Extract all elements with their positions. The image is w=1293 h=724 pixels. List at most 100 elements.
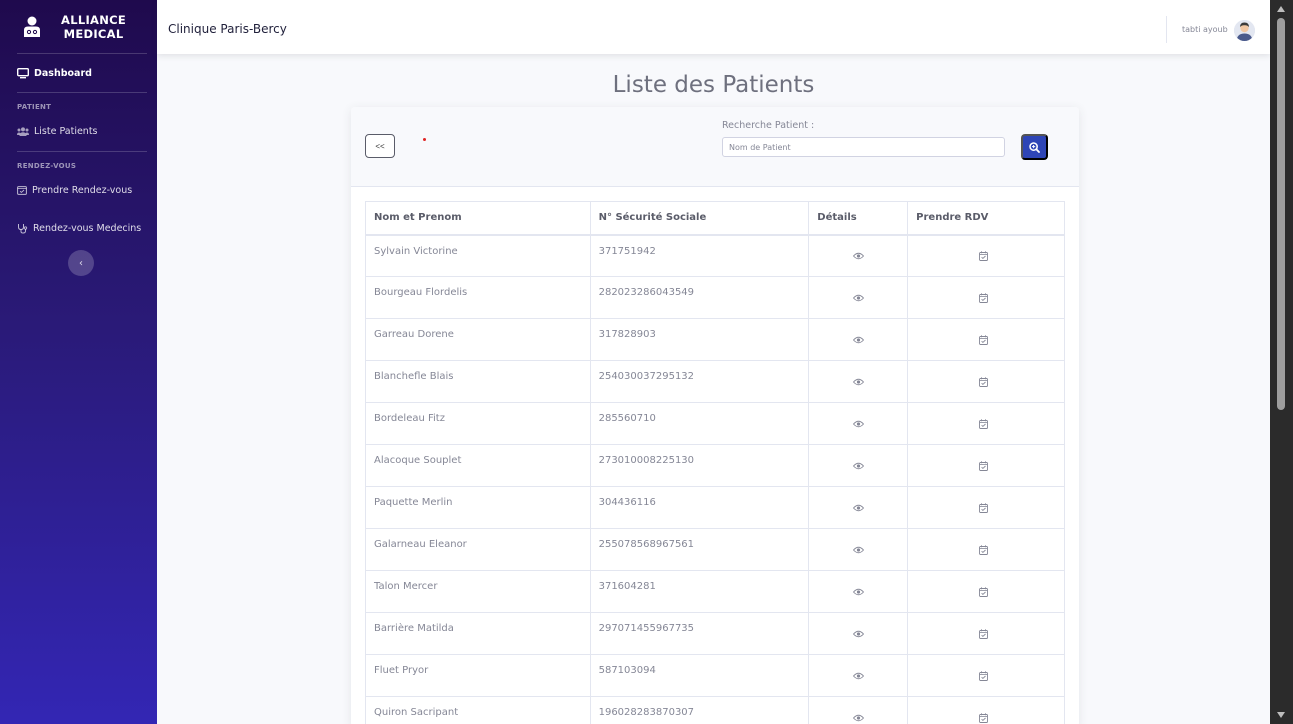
search-input[interactable] [722,137,1005,157]
details-button[interactable] [852,252,864,263]
table-row: Bourgeau Flordelis 282023286043549 [365,276,1065,319]
details-button[interactable] [852,378,864,389]
chevron-left-icon: ‹ [79,257,83,269]
details-button[interactable] [852,504,864,515]
calendar-check-icon [17,186,27,195]
calendar-check-icon [979,461,989,471]
prendre-rdv-button[interactable] [979,251,989,264]
details-cell [808,234,909,277]
patient-name: Blanchefle Blais [365,360,591,403]
brand-line-2: MEDICAL [63,26,124,41]
prendre-rdv-button[interactable] [979,335,989,348]
calendar-check-icon [979,293,989,303]
sidebar-item-prendre-rdv[interactable]: Prendre Rendez-vous [0,170,157,210]
rdv-cell [907,276,1065,319]
sidebar-item-label: Rendez-vous Medecins [33,222,142,234]
eye-icon [852,462,864,470]
details-cell [808,654,909,697]
patients-table: Nom et Prenom N° Sécurité Sociale Détail… [365,201,1065,724]
details-button[interactable] [852,420,864,431]
column-header-name: Nom et Prenom [365,201,591,236]
calendar-check-icon [979,377,989,387]
details-button[interactable] [852,462,864,473]
details-cell [808,486,909,529]
prendre-rdv-button[interactable] [979,629,989,642]
rdv-cell [907,318,1065,361]
scrollbar[interactable] [1270,0,1293,724]
sidebar-item-liste-patients[interactable]: Liste Patients [0,111,157,151]
rdv-cell [907,570,1065,613]
table-header-row: Nom et Prenom N° Sécurité Sociale Détail… [365,201,1065,236]
avatar[interactable] [1234,20,1255,41]
calendar-check-icon [979,419,989,429]
rdv-cell [907,234,1065,277]
eye-icon [852,714,864,722]
back-button[interactable]: << [365,134,395,158]
prendre-rdv-button[interactable] [979,587,989,600]
prendre-rdv-button[interactable] [979,377,989,390]
scrollbar-thumb[interactable] [1277,18,1285,410]
eye-icon [852,504,864,512]
details-cell [808,528,909,571]
search-button[interactable] [1021,134,1048,160]
prendre-rdv-button[interactable] [979,671,989,684]
users-icon [17,126,29,136]
table-row: Garreau Dorene 317828903 [365,318,1065,361]
details-button[interactable] [852,630,864,641]
rdv-cell [907,612,1065,655]
patient-name: Bordeleau Fitz [365,402,591,445]
patient-ssn: 285560710 [589,402,810,445]
patient-ssn: 371751942 [589,234,810,277]
calendar-check-icon [979,503,989,513]
scroll-up-arrow-icon[interactable] [1277,6,1285,12]
rdv-cell [907,654,1065,697]
details-button[interactable] [852,294,864,305]
details-cell [808,276,909,319]
table-row: Paquette Merlin 304436116 [365,486,1065,529]
calendar-check-icon [979,713,989,723]
patient-name: Barrière Matilda [365,612,591,655]
calendar-check-icon [979,629,989,639]
patient-ssn: 371604281 [589,570,810,613]
prendre-rdv-button[interactable] [979,293,989,306]
sidebar-item-label: Prendre Rendez-vous [32,184,133,196]
patient-ssn: 317828903 [589,318,810,361]
table-row: Fluet Pryor 587103094 [365,654,1065,697]
details-button[interactable] [852,588,864,599]
eye-icon [852,588,864,596]
sidebar-item-label: Liste Patients [34,125,98,137]
brand[interactable]: ALLIANCE MEDICAL [0,0,157,53]
details-cell [808,402,909,445]
calendar-check-icon [979,545,989,555]
table-row: Galarneau Eleanor 255078568967561 [365,528,1065,571]
sidebar-heading-patient: PATIENT [17,103,52,111]
patient-name: Galarneau Eleanor [365,528,591,571]
sidebar-toggle-button[interactable]: ‹ [68,250,94,276]
prendre-rdv-button[interactable] [979,545,989,558]
sidebar-item-dashboard[interactable]: Dashboard [0,54,157,92]
details-button[interactable] [852,672,864,683]
prendre-rdv-button[interactable] [979,503,989,516]
sidebar-item-rdv-medecins[interactable]: Rendez-vous Medecins [0,210,157,246]
details-button[interactable] [852,714,864,724]
column-header-rdv: Prendre RDV [907,201,1065,236]
prendre-rdv-button[interactable] [979,713,989,724]
table-row: Quiron Sacripant 196028283870307 [365,696,1065,724]
details-button[interactable] [852,546,864,557]
patient-ssn: 273010008225130 [589,444,810,487]
patient-name: Fluet Pryor [365,654,591,697]
patient-ssn: 255078568967561 [589,528,810,571]
scroll-down-arrow-icon[interactable] [1277,712,1285,718]
eye-icon [852,294,864,302]
prendre-rdv-button[interactable] [979,461,989,474]
rdv-cell [907,528,1065,571]
prendre-rdv-button[interactable] [979,419,989,432]
patient-name: Garreau Dorene [365,318,591,361]
details-button[interactable] [852,336,864,347]
patient-name: Bourgeau Flordelis [365,276,591,319]
card-header: << Recherche Patient : [351,107,1079,187]
patient-ssn: 304436116 [589,486,810,529]
details-cell [808,360,909,403]
user-name[interactable]: tabti ayoub [1182,25,1228,34]
details-cell [808,444,909,487]
